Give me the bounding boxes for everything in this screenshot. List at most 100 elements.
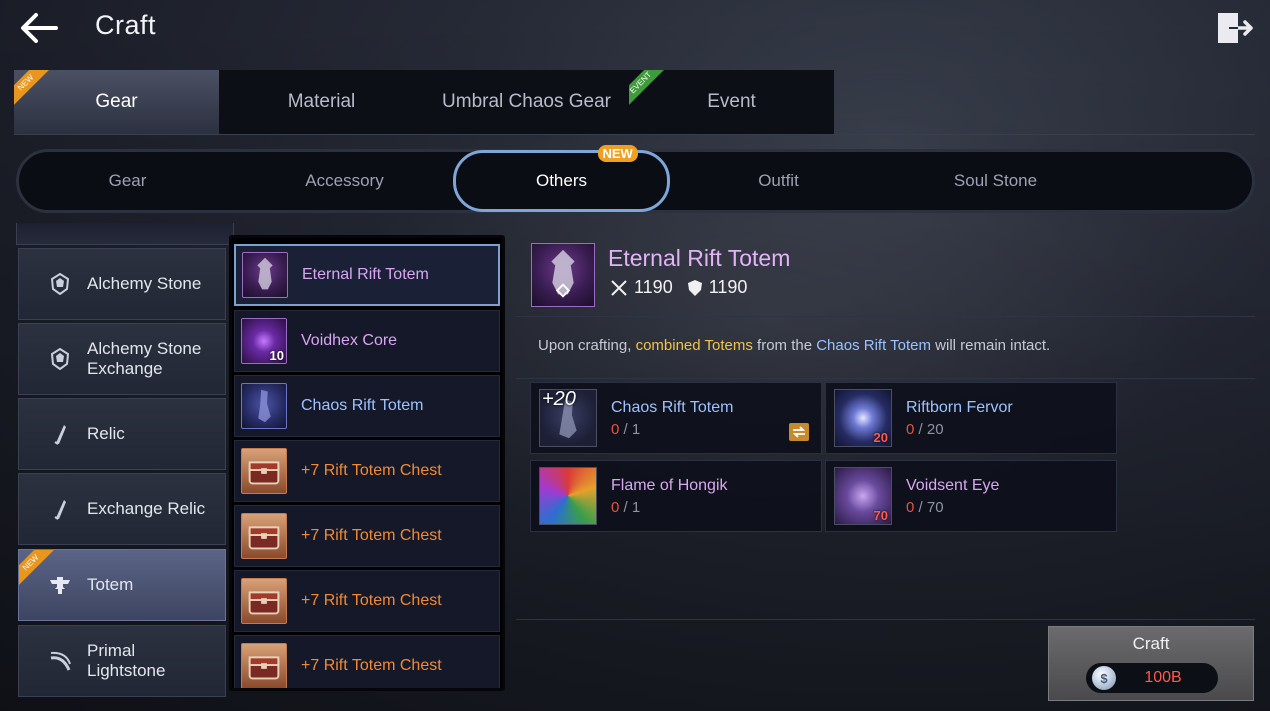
material-count: 0 / 1 (611, 498, 641, 516)
main-tab-gear[interactable]: NEW Gear (14, 70, 219, 134)
category-label: Exchange Relic (87, 499, 206, 518)
chest-icon (241, 448, 287, 494)
category-label: Primal Lightstone (87, 641, 166, 680)
craft-cost: $ 100B (1086, 663, 1218, 693)
sub-tab-label: Soul Stone (953, 171, 1038, 190)
recipe-item-chaos-rift-totem[interactable]: Chaos Rift Totem (234, 375, 500, 437)
category-list[interactable]: Alchemy Stone Alchemy Stone Exchange Rel… (16, 223, 234, 701)
recipe-item-eternal-rift-totem[interactable]: Eternal Rift Totem (234, 244, 500, 306)
item-stats: 1190 1190 (610, 277, 761, 298)
swap-material-button[interactable] (789, 423, 809, 441)
recipe-item-rift-totem-chest[interactable]: +7 Rift Totem Chest (234, 505, 500, 567)
chest-icon (241, 578, 287, 624)
new-badge: NEW (19, 550, 55, 586)
sub-tab-label: Gear (108, 171, 147, 190)
craft-button[interactable]: Craft $ 100B (1048, 626, 1254, 701)
sub-tab-accessory[interactable]: Accessory (236, 152, 453, 210)
new-badge: NEW (597, 145, 638, 162)
silver-coin-icon: $ (1092, 666, 1116, 690)
main-tab-material[interactable]: Material (219, 70, 424, 134)
recipe-list[interactable]: Eternal Rift Totem 10 Voidhex Core Chaos… (229, 235, 505, 691)
category-item-partial[interactable] (16, 223, 234, 245)
recipe-item-rift-totem-chest[interactable]: +7 Rift Totem Chest (234, 570, 500, 632)
divider (516, 619, 1255, 620)
core-item-icon: 10 (241, 318, 287, 364)
flame-icon (539, 467, 597, 525)
attack-value: 1190 (634, 277, 673, 297)
defense-value: 1190 (708, 277, 748, 297)
recipe-item-name: Eternal Rift Totem (302, 266, 429, 283)
material-name: Flame of Hongik (611, 476, 728, 494)
exit-button[interactable] (1214, 8, 1254, 48)
recipe-item-name: +7 Rift Totem Chest (301, 592, 442, 609)
selected-item-title: Eternal Rift Totem (608, 245, 791, 271)
recipe-item-name: +7 Rift Totem Chest (301, 657, 442, 674)
selected-item-icon (531, 243, 595, 307)
divider (516, 316, 1255, 317)
sub-tab-bar: Gear Accessory Others NEW Outfit Soul St… (16, 145, 1255, 213)
shield-icon (687, 279, 702, 296)
main-tab-umbral-chaos-gear[interactable]: EVENT Umbral Chaos Gear (424, 70, 665, 134)
divider (516, 378, 1255, 379)
material-name: Riftborn Fervor (906, 398, 1013, 416)
category-item-totem[interactable]: NEW Totem (18, 549, 226, 621)
material-count: 0 / 70 (906, 498, 944, 516)
stone-icon (49, 348, 71, 370)
recipe-item-name: +7 Rift Totem Chest (301, 527, 442, 544)
category-item-exchange-relic[interactable]: Exchange Relic (18, 473, 226, 545)
main-tab-label: Gear (95, 91, 138, 112)
item-quantity: 10 (269, 348, 284, 363)
material-name: Chaos Rift Totem (611, 398, 734, 416)
material-slot-chaos-rift-totem[interactable]: +20 Chaos Rift Totem 0 / 1 (530, 382, 822, 454)
main-tab-label: Umbral Chaos Gear (442, 91, 611, 112)
page-title: Craft (95, 10, 157, 40)
sub-tab-soul-stone[interactable]: Soul Stone (887, 152, 1104, 210)
main-tab-event[interactable]: Event (629, 70, 834, 134)
craft-label: Craft (1132, 634, 1170, 653)
totem-item-icon (241, 383, 287, 429)
cost-value: 100B (1144, 669, 1182, 686)
category-item-alchemy-stone[interactable]: Alchemy Stone (18, 248, 226, 320)
recipe-item-name: Voidhex Core (301, 332, 398, 349)
material-slot-riftborn-fervor[interactable]: 20 Riftborn Fervor 0 / 20 (825, 382, 1117, 454)
exit-icon (1218, 13, 1253, 43)
main-tab-label: Material (287, 91, 356, 112)
category-item-relic[interactable]: Relic (18, 398, 226, 470)
category-item-primal-lightstone[interactable]: Primal Lightstone (18, 625, 226, 697)
category-label: Alchemy Stone (87, 274, 202, 293)
material-count: 0 / 20 (906, 420, 944, 438)
divider (14, 134, 1255, 135)
sub-tab-label: Accessory (305, 171, 384, 190)
main-tab-bar: NEW Gear Material EVENT Umbral Chaos Gea… (14, 70, 834, 134)
sub-tab-gear[interactable]: Gear (19, 152, 236, 210)
new-badge: NEW (14, 70, 50, 106)
material-name: Voidsent Eye (906, 476, 1000, 494)
stone-icon (49, 273, 71, 295)
item-quantity: 70 (873, 508, 888, 523)
material-count: 0 / 1 (611, 420, 641, 438)
recipe-item-name: +7 Rift Totem Chest (301, 462, 442, 479)
sub-tab-others[interactable]: Others NEW (453, 145, 670, 212)
material-slot-voidsent-eye[interactable]: 70 Voidsent Eye 0 / 70 (825, 460, 1117, 532)
recipe-item-voidhex-core[interactable]: 10 Voidhex Core (234, 310, 500, 372)
item-description: Upon crafting, combined Totems from the … (538, 337, 1051, 354)
relic-icon (49, 498, 71, 520)
lightstone-icon (49, 650, 71, 672)
crossed-swords-icon (611, 279, 627, 296)
chest-icon (241, 513, 287, 559)
sub-tab-outfit[interactable]: Outfit (670, 152, 887, 210)
sub-tab-label: Outfit (758, 171, 799, 190)
main-tab-label: Event (707, 91, 756, 112)
totem-item-icon: +20 (539, 388, 597, 447)
back-button[interactable] (18, 10, 60, 46)
swap-icon (792, 426, 806, 438)
material-slot-flame-of-hongik[interactable]: Flame of Hongik 0 / 1 (530, 460, 822, 532)
back-arrow-icon (21, 13, 58, 43)
eye-icon: 70 (834, 467, 892, 525)
recipe-item-rift-totem-chest[interactable]: +7 Rift Totem Chest (234, 635, 500, 688)
riftborn-fervor-icon: 20 (834, 389, 892, 447)
enhance-level: +20 (542, 388, 576, 410)
totem-item-icon (242, 252, 288, 298)
recipe-item-rift-totem-chest[interactable]: +7 Rift Totem Chest (234, 440, 500, 502)
category-item-alchemy-stone-exchange[interactable]: Alchemy Stone Exchange (18, 323, 226, 395)
